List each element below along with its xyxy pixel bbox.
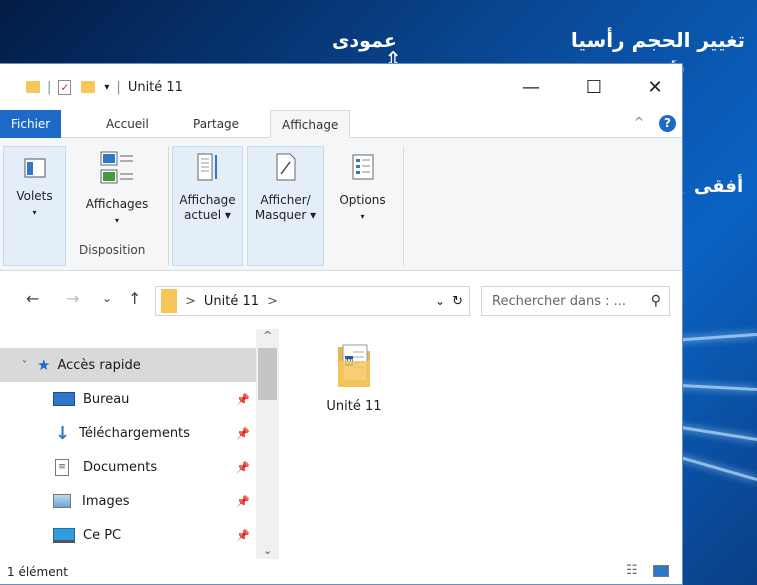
breadcrumb-chevron-icon[interactable]: > [267, 294, 278, 309]
desktop-icon [53, 392, 75, 406]
properties-icon[interactable]: ✓ [58, 79, 72, 95]
light-beam [674, 454, 757, 481]
layout-icon [100, 151, 133, 184]
minimize-button[interactable]: — [503, 64, 559, 110]
tab-file[interactable]: Fichier [0, 110, 62, 138]
current-view-icon [197, 153, 217, 181]
address-dropdown-icon[interactable]: ⌄ [435, 294, 445, 308]
ribbon-separator [168, 146, 169, 266]
ribbon: Volets ▾ Affichages ▾ Disposition Affich… [0, 138, 682, 271]
window-title: Unité 11 [127, 79, 183, 95]
status-bar: 1 élément ☷ [0, 558, 682, 585]
large-icons-view-icon[interactable] [653, 565, 669, 577]
details-view-icon[interactable]: ☷ [626, 563, 638, 578]
sidebar-item-desktop[interactable]: Bureau 📌 [0, 382, 250, 416]
folder-icon [26, 81, 40, 93]
help-icon[interactable]: ? [659, 115, 676, 132]
file-name: Unité 11 [326, 399, 382, 414]
options-label: Options [339, 193, 386, 207]
disposition-group-label: Disposition [79, 243, 146, 257]
expand-chevron-icon[interactable]: ˅ [22, 360, 27, 371]
options-dropdown-icon: ▾ [360, 212, 365, 221]
scrollbar-thumb[interactable] [258, 348, 277, 400]
documents-icon: ≡ [55, 458, 69, 476]
navigation-pane: ˅ ★ Accès rapide Bureau 📌 ↓ Téléchargeme… [0, 329, 280, 559]
show-hide-label-line1: Afficher/ [260, 193, 311, 207]
recent-locations-button[interactable]: ⌄ [102, 291, 112, 305]
resize-annotation: تغيير الحجم رأسيا [570, 28, 745, 52]
maximize-button[interactable]: ☐ [566, 64, 622, 110]
sidebar-item-downloads[interactable]: ↓ Téléchargements 📌 [0, 416, 250, 450]
tab-home[interactable]: Accueil [95, 110, 160, 138]
up-button[interactable]: ↑ [128, 289, 141, 308]
layouts-button[interactable]: Affichages ▾ [76, 148, 158, 228]
pin-icon: 📌 [236, 426, 250, 440]
pin-icon: 📌 [236, 460, 250, 474]
file-item[interactable]: W Unité 11 [312, 341, 396, 414]
sidebar-item-pictures[interactable]: Images 📌 [0, 484, 250, 518]
layouts-dropdown-icon: ▾ [114, 216, 119, 225]
current-view-label-line2: actuel ▾ [184, 208, 231, 222]
sidebar-item-label: Accès rapide [57, 357, 141, 373]
layouts-label: Affichages [85, 197, 149, 211]
panes-button[interactable]: Volets ▾ [3, 156, 66, 220]
navigation-bar: ← → ⌄ ↑ > Unité 11 > ⌄ ↻ Rechercher dans… [0, 271, 682, 329]
scroll-down-icon[interactable]: ⌄ [263, 544, 272, 557]
search-placeholder: Rechercher dans : ... [492, 293, 627, 309]
sidebar-item-label: Bureau [83, 391, 130, 407]
sidebar-item-label: Documents [83, 459, 158, 475]
show-hide-icon [276, 153, 295, 181]
computer-icon [53, 527, 75, 543]
close-button[interactable]: ✕ [627, 64, 683, 110]
scroll-up-icon[interactable]: ^ [263, 329, 272, 342]
sidebar-item-documents[interactable]: ≡ Documents 📌 [0, 450, 250, 484]
current-view-label-line1: Affichage [179, 193, 236, 207]
pin-icon: 📌 [236, 494, 250, 508]
pin-icon: 📌 [236, 528, 250, 542]
download-arrow-icon: ↓ [55, 422, 71, 444]
breadcrumb-current[interactable]: Unité 11 [204, 294, 259, 309]
panes-dropdown-icon: ▾ [32, 208, 37, 217]
options-icon [352, 154, 373, 180]
sidebar-scrollbar[interactable]: ^ ⌄ [256, 329, 279, 559]
qat-separator: | [116, 79, 121, 95]
tab-view[interactable]: Affichage [270, 110, 351, 139]
file-explorer-window: | ✓ ▾ | Unité 11 — ☐ ✕ Fichier Accueil P… [0, 63, 683, 585]
address-bar[interactable]: > Unité 11 > ⌄ ↻ [155, 286, 470, 316]
pin-icon: 📌 [236, 392, 250, 406]
sidebar-item-label: Téléchargements [79, 425, 190, 441]
options-button[interactable]: Options ▾ [330, 152, 395, 224]
panes-icon [24, 158, 45, 178]
qat-dropdown-icon[interactable]: ▾ [104, 82, 109, 93]
search-input[interactable]: Rechercher dans : ... ⚲ [481, 286, 670, 316]
ribbon-tab-bar: Fichier Accueil Partage Affichage ^ ? [0, 110, 682, 139]
sidebar-item-quick-access[interactable]: ˅ ★ Accès rapide [0, 348, 256, 382]
horizontal-annotation: أفقى [694, 176, 744, 197]
back-button[interactable]: ← [26, 289, 39, 308]
sidebar-item-label: Ce PC [83, 527, 122, 543]
forward-button[interactable]: → [66, 289, 79, 308]
current-view-button[interactable]: Affichage actuel ▾ [172, 152, 243, 223]
search-icon[interactable]: ⚲ [651, 293, 661, 309]
item-count: 1 élément [7, 564, 68, 579]
collapse-ribbon-icon[interactable]: ^ [634, 115, 644, 129]
panes-label: Volets [16, 189, 53, 203]
refresh-icon[interactable]: ↻ [452, 294, 463, 309]
qat-separator: | [47, 79, 52, 95]
sidebar-item-this-pc[interactable]: Ce PC 📌 [0, 518, 250, 552]
sidebar-item-label: Images [82, 493, 130, 509]
folder-icon [161, 289, 177, 313]
word-document-icon: W [338, 344, 370, 387]
breadcrumb-separator: > [185, 293, 196, 309]
star-icon: ★ [37, 356, 51, 374]
show-hide-button[interactable]: Afficher/ Masquer ▾ [247, 152, 324, 223]
title-bar: | ✓ ▾ | Unité 11 — ☐ ✕ [0, 64, 682, 110]
ribbon-separator [403, 146, 404, 266]
new-folder-icon[interactable] [81, 81, 96, 93]
tab-share[interactable]: Partage [182, 110, 250, 138]
pictures-icon [53, 494, 71, 508]
show-hide-label-line2: Masquer ▾ [254, 208, 317, 222]
